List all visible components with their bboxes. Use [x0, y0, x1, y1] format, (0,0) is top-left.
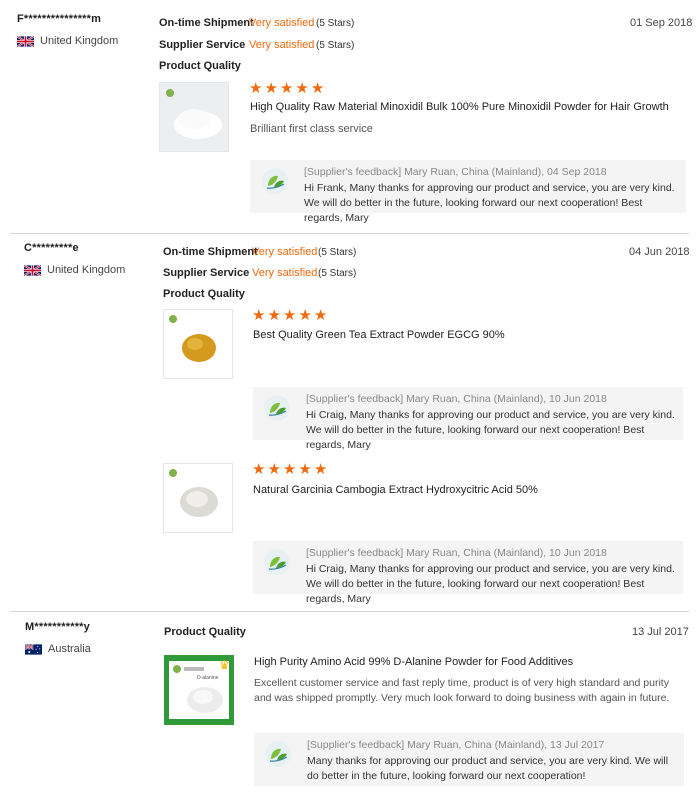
- rating-stars-note: (5 Stars): [316, 18, 355, 29]
- feedback-header: [Supplier's feedback] Mary Ruan, China (…: [306, 393, 607, 405]
- reviewer-name: C*********e: [24, 242, 79, 254]
- australia-flag-icon: [25, 643, 42, 655]
- star-icon: ★: [313, 461, 328, 478]
- leaf-logo-icon: [264, 549, 290, 575]
- product-image: [164, 310, 232, 378]
- product-title-link[interactable]: Natural Garcinia Cambogia Extract Hydrox…: [253, 484, 538, 496]
- thumbnail-caption: D-alanine: [197, 675, 219, 681]
- uk-flag-icon: [24, 264, 41, 276]
- reviewer-country: United Kingdom: [24, 264, 125, 276]
- product-thumbnail[interactable]: [163, 309, 233, 379]
- star-icon: ★: [298, 461, 312, 478]
- feedback-text: Many thanks for approving our product an…: [307, 755, 669, 782]
- feedback-header: [Supplier's feedback] Mary Ruan, China (…: [307, 739, 605, 751]
- feedback-header: [Supplier's feedback] Mary Ruan, China (…: [306, 547, 607, 559]
- review-divider: [10, 611, 689, 612]
- crown-icon: ♛: [219, 658, 230, 672]
- feedback-text: Hi Craig, Many thanks for approving our …: [306, 409, 675, 451]
- rating-label-service: Supplier Service: [159, 39, 246, 51]
- star-icon: ★: [282, 307, 297, 324]
- rating-label-shipment: On-time Shipment: [159, 17, 254, 29]
- star-icon: ★: [267, 307, 281, 324]
- rating-value-service: Very satisfied: [249, 39, 315, 51]
- product-title-link[interactable]: High Quality Raw Material Minoxidil Bulk…: [250, 101, 669, 113]
- star-icon: ★: [252, 461, 266, 478]
- product-thumbnail[interactable]: [159, 82, 229, 152]
- country-label: United Kingdom: [40, 35, 119, 47]
- reviewer-name: F***************m: [17, 13, 102, 25]
- leaf-logo-icon: [265, 741, 291, 767]
- star-icon: ★: [282, 461, 297, 478]
- star-icon: ★: [279, 80, 294, 97]
- product-image: [160, 83, 228, 151]
- leaf-logo-icon: [262, 168, 288, 194]
- star-icon: ★: [298, 307, 312, 324]
- country-label: United Kingdom: [47, 264, 126, 276]
- star-icon: ★: [310, 80, 325, 97]
- rating-stars-note: (5 Stars): [318, 247, 357, 258]
- review-date: 04 Jun 2018: [629, 246, 690, 258]
- supplier-feedback: [Supplier's feedback] Mary Ruan, China (…: [250, 160, 686, 224]
- rating-value-service: Very satisfied: [252, 267, 318, 279]
- product-title-link[interactable]: Best Quality Green Tea Extract Powder EG…: [253, 329, 505, 341]
- feedback-text: Hi Craig, Many thanks for approving our …: [306, 563, 675, 605]
- star-icon: ★: [295, 80, 309, 97]
- review-date: 01 Sep 2018: [630, 17, 693, 29]
- uk-flag-icon: [17, 35, 34, 47]
- reviewer-name: M***********y: [25, 621, 90, 633]
- product-quality-label: Product Quality: [164, 626, 246, 638]
- feedback-text: Hi Frank, Many thanks for approving our …: [304, 182, 675, 224]
- star-icon: ★: [252, 307, 266, 324]
- product-title-link[interactable]: High Purity Amino Acid 99% D-Alanine Pow…: [254, 656, 573, 668]
- product-thumbnail[interactable]: [163, 463, 233, 533]
- product-image: [164, 464, 232, 532]
- review-divider: [10, 233, 689, 234]
- feedback-header: [Supplier's feedback] Mary Ruan, China (…: [304, 166, 607, 178]
- rating-label-shipment: On-time Shipment: [163, 246, 258, 258]
- rating-label-service: Supplier Service: [163, 267, 250, 279]
- product-star-rating: ★ ★ ★ ★ ★: [249, 80, 325, 97]
- product-quality-label: Product Quality: [163, 288, 245, 300]
- product-star-rating: ★ ★ ★ ★ ★: [252, 461, 328, 478]
- country-label: Australia: [48, 643, 91, 655]
- reviewer-country: Australia: [25, 643, 91, 655]
- rating-stars-note: (5 Stars): [316, 40, 355, 51]
- supplier-feedback: [Supplier's feedback] Mary Ruan, China (…: [253, 541, 683, 605]
- supplier-feedback: [Supplier's feedback] Mary Ruan, China (…: [253, 387, 683, 451]
- review-comment: Excellent customer service and fast repl…: [254, 677, 670, 704]
- rating-value-shipment: Very satisfied: [252, 246, 318, 258]
- star-icon: ★: [249, 80, 263, 97]
- review-date: 13 Jul 2017: [632, 626, 689, 638]
- rating-stars-note: (5 Stars): [318, 268, 357, 279]
- product-quality-label: Product Quality: [159, 60, 241, 72]
- leaf-logo-icon: [264, 395, 290, 421]
- rating-value-shipment: Very satisfied: [249, 17, 315, 29]
- product-star-rating: ★ ★ ★ ★ ★: [252, 307, 328, 324]
- star-icon: ★: [267, 461, 281, 478]
- star-icon: ★: [313, 307, 328, 324]
- star-icon: ★: [264, 80, 278, 97]
- review-comment: Brilliant first class service: [250, 123, 373, 135]
- reviewer-country: United Kingdom: [17, 35, 118, 47]
- supplier-feedback: [Supplier's feedback] Mary Ruan, China (…: [254, 733, 684, 786]
